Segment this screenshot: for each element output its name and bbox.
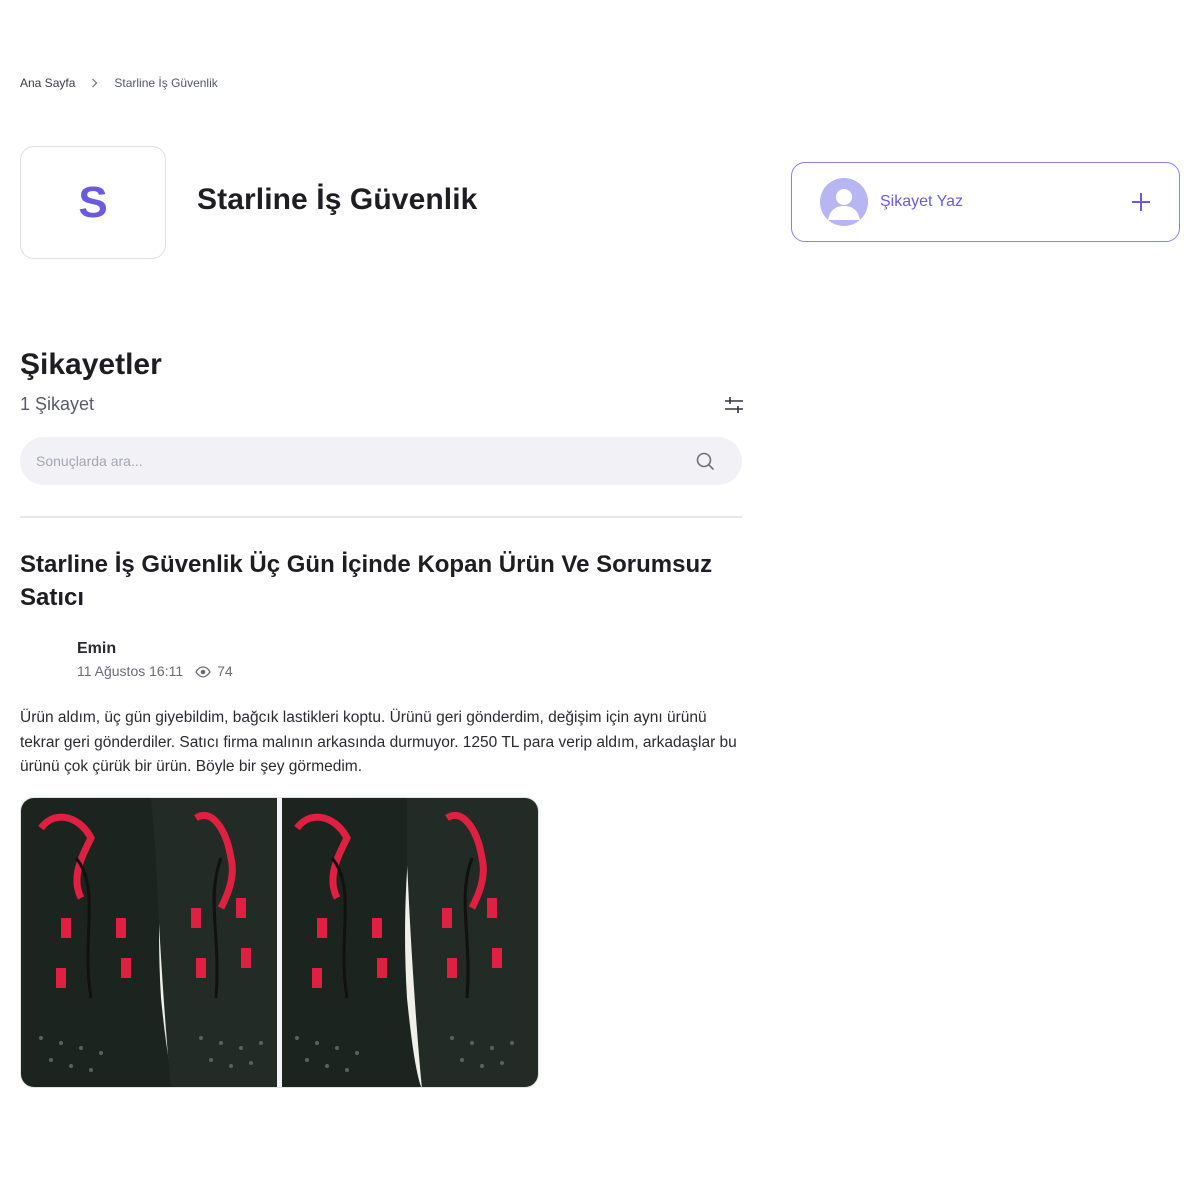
brand-title: Starline İş Güvenlik <box>197 183 478 216</box>
complaint-meta: 11 Ağustos 16:11 74 <box>77 663 233 679</box>
author-name[interactable]: Emin <box>77 640 116 658</box>
write-complaint-label: Şikayet Yaz <box>880 193 964 210</box>
divider <box>20 516 742 518</box>
complaints-section-title: Şikayetler <box>20 348 162 381</box>
chevron-right-icon <box>91 76 100 90</box>
search-input[interactable] <box>36 453 694 469</box>
shoe-photo-right <box>282 798 538 1087</box>
eye-icon <box>195 665 211 678</box>
write-complaint-button[interactable]: Şikayet Yaz <box>791 162 1180 242</box>
complaint-body: Ürün aldım, üç gün giyebildim, bağcık la… <box>20 709 737 775</box>
brand-logo-letter: S <box>78 177 108 227</box>
view-count: 74 <box>217 663 233 679</box>
breadcrumb-current: Starline İş Güvenlik <box>114 76 218 90</box>
search-bar <box>20 437 742 485</box>
complaint-photo[interactable] <box>20 797 539 1088</box>
plus-icon <box>1131 192 1151 212</box>
breadcrumb-home-link[interactable]: Ana Sayfa <box>20 76 75 90</box>
complaint-date: 11 Ağustos 16:11 <box>77 663 184 679</box>
breadcrumb: Ana Sayfa Starline İş Güvenlik <box>20 76 218 90</box>
user-avatar-icon <box>820 178 868 226</box>
filter-sliders-icon[interactable] <box>722 394 746 416</box>
complaint-count: 1 Şikayet <box>20 394 95 414</box>
shoe-photo-left <box>21 798 278 1087</box>
brand-logo[interactable]: S <box>20 146 166 259</box>
author-avatar <box>20 640 66 686</box>
complaint-title-link[interactable]: Starline İş Güvenlik Üç Gün İçinde Kopan… <box>20 548 742 614</box>
search-icon[interactable] <box>694 450 716 472</box>
